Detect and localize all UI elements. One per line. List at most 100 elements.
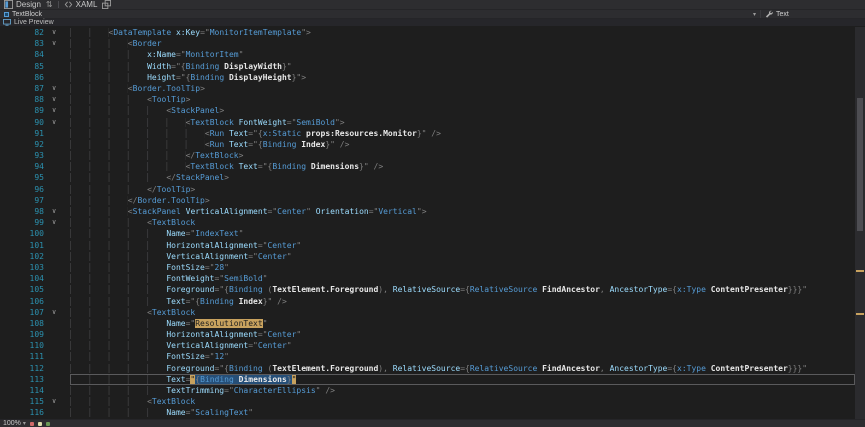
xaml-tab-label: XAML xyxy=(76,0,98,9)
code-line[interactable]: 108 Name="ResolutionText" xyxy=(0,318,865,329)
code-text: VerticalAlignment="Center" xyxy=(70,340,865,351)
zoom-value: 100% xyxy=(3,420,21,427)
code-line[interactable]: 102 VerticalAlignment="Center" xyxy=(0,251,865,262)
code-line[interactable]: 87∨ <Border.ToolTip> xyxy=(0,83,865,94)
code-line[interactable]: 94 <TextBlock Text="{Binding Dimensions}… xyxy=(0,161,865,172)
chevron-down-icon[interactable]: ▾ xyxy=(753,11,756,18)
code-line[interactable]: 112 Foreground="{Binding (TextElement.Fo… xyxy=(0,363,865,374)
line-number: 85 xyxy=(0,61,52,72)
code-line[interactable]: 109 HorizontalAlignment="Center" xyxy=(0,329,865,340)
fold-toggle-icon[interactable]: ∨ xyxy=(52,117,70,128)
code-line[interactable]: 113 Text="{Binding Dimensions}" xyxy=(0,374,865,385)
code-line[interactable]: 90∨ <TextBlock FontWeight="SemiBold"> xyxy=(0,117,865,128)
code-line[interactable]: 82∨ <DataTemplate x:Key="MonitorItemTemp… xyxy=(0,27,865,38)
fold-gutter xyxy=(52,340,70,351)
code-line[interactable]: 83∨ <Border xyxy=(0,38,865,49)
code-line[interactable]: 97 </Border.ToolTip> xyxy=(0,195,865,206)
health-indicator-icon[interactable] xyxy=(46,422,50,426)
fold-gutter xyxy=(52,61,70,72)
line-number: 83 xyxy=(0,38,52,49)
scrollbar-highlight-mark xyxy=(856,270,864,272)
code-text: Name="ScalingText" xyxy=(70,407,865,418)
code-line[interactable]: 101 HorizontalAlignment="Center" xyxy=(0,240,865,251)
code-line[interactable]: 86 Height="{Binding DisplayHeight}"> xyxy=(0,72,865,83)
xaml-icon xyxy=(64,0,73,9)
line-number: 114 xyxy=(0,385,52,396)
live-preview-label: Live Preview xyxy=(14,19,54,26)
zoom-control[interactable]: 100% ▾ xyxy=(3,420,26,427)
property-dropdown[interactable]: Text xyxy=(760,10,865,18)
code-line[interactable]: 84 x:Name="MonitorItem" xyxy=(0,49,865,60)
line-number: 100 xyxy=(0,228,52,239)
code-text: Width="{Binding DisplayWidth}" xyxy=(70,61,865,72)
scrollbar-thumb[interactable] xyxy=(857,98,863,231)
code-line[interactable]: 114 TextTrimming="CharacterEllipsis" /> xyxy=(0,385,865,396)
code-line[interactable]: 96 </ToolTip> xyxy=(0,184,865,195)
element-dropdown[interactable]: TextBlock ▾ xyxy=(0,10,760,18)
error-indicator-icon[interactable] xyxy=(30,422,34,426)
code-line[interactable]: 115∨ <TextBlock xyxy=(0,396,865,407)
code-lines: 82∨ <DataTemplate x:Key="MonitorItemTemp… xyxy=(0,27,865,419)
code-line[interactable]: 95 </StackPanel> xyxy=(0,172,865,183)
code-text: <TextBlock xyxy=(70,396,865,407)
code-line[interactable]: 89∨ <StackPanel> xyxy=(0,105,865,116)
code-text: <StackPanel> xyxy=(70,105,865,116)
code-line[interactable]: 85 Width="{Binding DisplayWidth}" xyxy=(0,61,865,72)
code-line[interactable]: 106 Text="{Binding Index}" /> xyxy=(0,296,865,307)
code-text: HorizontalAlignment="Center" xyxy=(70,329,865,340)
code-line[interactable]: 104 FontWeight="SemiBold" xyxy=(0,273,865,284)
line-number: 95 xyxy=(0,172,52,183)
fold-gutter xyxy=(52,251,70,262)
fold-toggle-icon[interactable]: ∨ xyxy=(52,206,70,217)
code-text: <Run Text="{Binding Index}" /> xyxy=(70,139,865,150)
fold-toggle-icon[interactable]: ∨ xyxy=(52,83,70,94)
code-line[interactable]: 110 VerticalAlignment="Center" xyxy=(0,340,865,351)
line-number: 115 xyxy=(0,396,52,407)
code-line[interactable]: 98∨ <StackPanel VerticalAlignment="Cente… xyxy=(0,206,865,217)
xaml-tab[interactable]: XAML xyxy=(64,0,98,9)
design-tab[interactable]: Design xyxy=(4,0,41,9)
popout-icon[interactable] xyxy=(102,0,111,9)
code-line[interactable]: 111 FontSize="12" xyxy=(0,351,865,362)
code-editor[interactable]: 82∨ <DataTemplate x:Key="MonitorItemTemp… xyxy=(0,27,865,419)
code-text: VerticalAlignment="Center" xyxy=(70,251,865,262)
designer-split-toolbar: Design ⇅ XAML xyxy=(0,0,865,10)
code-line[interactable]: 105 Foreground="{Binding (TextElement.Fo… xyxy=(0,284,865,295)
code-line[interactable]: 116 Name="ScalingText" xyxy=(0,407,865,418)
fold-toggle-icon[interactable]: ∨ xyxy=(52,105,70,116)
swap-panes-icon[interactable]: ⇅ xyxy=(46,1,53,9)
line-number: 108 xyxy=(0,318,52,329)
code-text: HorizontalAlignment="Center" xyxy=(70,240,865,251)
line-number: 86 xyxy=(0,72,52,83)
code-line[interactable]: 103 FontSize="28" xyxy=(0,262,865,273)
code-text: FontSize="12" xyxy=(70,351,865,362)
fold-toggle-icon[interactable]: ∨ xyxy=(52,27,70,38)
code-text: <Run Text="{x:Static props:Resources.Mon… xyxy=(70,128,865,139)
fold-gutter xyxy=(52,72,70,83)
code-text: FontWeight="SemiBold" xyxy=(70,273,865,284)
line-number: 96 xyxy=(0,184,52,195)
vertical-scrollbar[interactable] xyxy=(855,27,865,419)
line-number: 91 xyxy=(0,128,52,139)
code-line[interactable]: 91 <Run Text="{x:Static props:Resources.… xyxy=(0,128,865,139)
live-preview-tab[interactable]: Live Preview xyxy=(3,19,54,26)
fold-gutter xyxy=(52,273,70,284)
code-line[interactable]: 100 Name="IndexText" xyxy=(0,228,865,239)
warning-indicator-icon[interactable] xyxy=(38,422,42,426)
code-line[interactable]: 99∨ <TextBlock xyxy=(0,217,865,228)
fold-toggle-icon[interactable]: ∨ xyxy=(52,307,70,318)
code-line[interactable]: 88∨ <ToolTip> xyxy=(0,94,865,105)
fold-toggle-icon[interactable]: ∨ xyxy=(52,38,70,49)
fold-gutter xyxy=(52,296,70,307)
fold-toggle-icon[interactable]: ∨ xyxy=(52,396,70,407)
code-text: Text="{Binding Index}" /> xyxy=(70,296,865,307)
line-number: 93 xyxy=(0,150,52,161)
code-line[interactable]: 107∨ <TextBlock xyxy=(0,307,865,318)
code-line[interactable]: 93 </TextBlock> xyxy=(0,150,865,161)
fold-toggle-icon[interactable]: ∨ xyxy=(52,217,70,228)
design-tab-label: Design xyxy=(16,0,41,9)
line-number: 105 xyxy=(0,284,52,295)
code-line[interactable]: 92 <Run Text="{Binding Index}" /> xyxy=(0,139,865,150)
fold-toggle-icon[interactable]: ∨ xyxy=(52,94,70,105)
line-number: 107 xyxy=(0,307,52,318)
